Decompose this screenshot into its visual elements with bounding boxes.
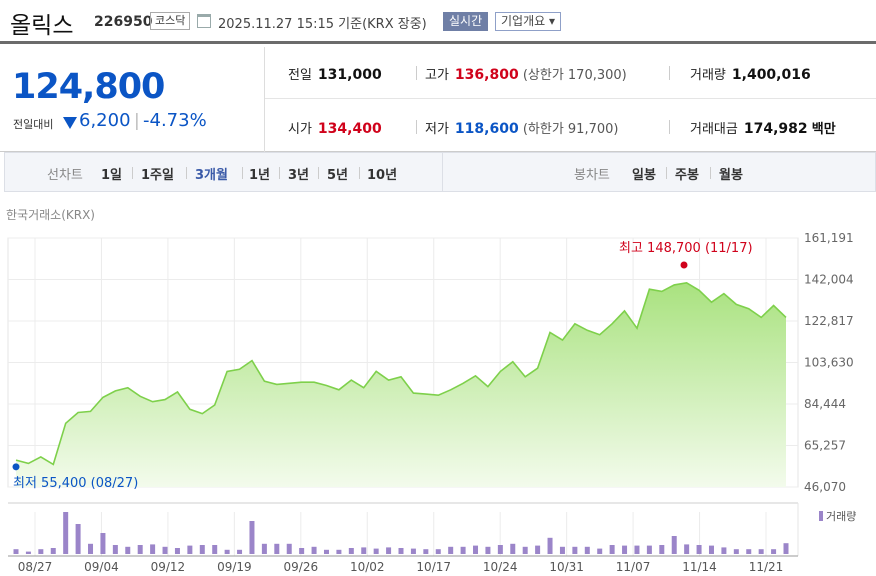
volume-bar (435, 549, 441, 554)
volume-bar (199, 545, 205, 554)
volume-bar (473, 545, 479, 554)
y-tick-label: 103,630 (804, 356, 854, 370)
volume-legend-label: 거래량 (826, 510, 856, 523)
y-tick-label: 142,004 (804, 273, 854, 287)
price-chart: 161,191 142,004 122,817 103,630 84,444 65,257… (7, 231, 856, 574)
min-marker (12, 463, 20, 471)
volume-bar (684, 544, 690, 554)
volume-bar (410, 548, 416, 554)
volume-bar (88, 543, 94, 554)
x-tick-label: 11/07 (616, 560, 651, 574)
volume-bar (373, 548, 379, 554)
volume-bar (559, 546, 565, 554)
x-tick-label: 11/14 (682, 560, 717, 574)
volume-bar (758, 549, 764, 554)
volume-bar (423, 549, 429, 554)
x-tick-label: 10/02 (350, 560, 385, 574)
y-tick-label: 65,257 (804, 439, 846, 453)
volume-bar (286, 543, 292, 554)
volume-bar (249, 521, 255, 554)
x-tick-label: 09/19 (217, 560, 252, 574)
x-tick-label: 09/12 (151, 560, 186, 574)
y-tick-label: 46,070 (804, 480, 846, 494)
y-tick-label: 122,817 (804, 314, 854, 328)
volume-bar (38, 549, 44, 554)
volume-bar (336, 549, 342, 554)
volume-bar (224, 549, 230, 554)
x-tick-label: 11/21 (749, 560, 784, 574)
x-tick-label: 09/04 (84, 560, 119, 574)
y-tick-label: 161,191 (804, 231, 854, 245)
volume-bar (274, 543, 280, 554)
volume-bar (311, 546, 317, 554)
price-area-fill (16, 282, 786, 487)
volume-bar (13, 549, 19, 554)
volume-bar (622, 545, 628, 554)
volume-bar (261, 543, 267, 554)
volume-bar (174, 548, 180, 554)
volume-bar (100, 533, 106, 554)
volume-legend-swatch (819, 511, 823, 521)
volume-bar (323, 549, 329, 554)
min-annotation: 최저 55,400 (08/27) (13, 476, 138, 491)
volume-bar (634, 545, 640, 554)
x-tick-label: 10/17 (416, 560, 451, 574)
max-annotation: 최고 148,700 (11/17) (619, 241, 753, 256)
volume-bar (659, 545, 665, 554)
volume-bar (50, 548, 56, 554)
volume-bar (522, 546, 528, 554)
y-tick-label: 84,444 (804, 397, 846, 411)
volume-bar (112, 545, 118, 554)
volume-bar (721, 547, 727, 554)
volume-bar (746, 549, 752, 554)
volume-bar (386, 547, 392, 554)
volume-bar (609, 545, 615, 554)
volume-bar (547, 537, 553, 554)
volume-bar (646, 545, 652, 554)
volume-bar (485, 546, 491, 554)
volume-bar (125, 546, 131, 554)
volume-bar (137, 545, 143, 554)
volume-bar (237, 549, 243, 554)
max-marker (680, 261, 688, 269)
volume-bar (212, 545, 218, 554)
volume-bar (771, 549, 777, 554)
volume-bar (497, 545, 503, 554)
volume-bar (597, 548, 603, 554)
volume-bar (696, 545, 702, 554)
volume-bar (25, 551, 31, 554)
volume-bar (187, 545, 193, 554)
x-tick-label: 10/31 (549, 560, 584, 574)
volume-bar (460, 546, 466, 554)
volume-bar (348, 548, 354, 554)
volume-bar (572, 546, 578, 554)
volume-bar (733, 549, 739, 554)
volume-bar (361, 547, 367, 554)
volume-bar (398, 548, 404, 554)
volume-bar (63, 512, 69, 554)
volume-bar (299, 548, 305, 554)
volume-bar (150, 544, 156, 554)
volume-bar (708, 545, 714, 554)
x-tick-label: 10/24 (483, 560, 518, 574)
volume-bar (671, 536, 677, 554)
volume-bar (584, 546, 590, 554)
volume-bar (510, 543, 516, 554)
volume-bar (75, 524, 81, 554)
volume-bar (162, 546, 168, 554)
volume-bar (448, 546, 454, 554)
x-tick-label: 09/26 (284, 560, 319, 574)
volume-bar (535, 545, 541, 554)
volume-bar (783, 543, 789, 554)
x-tick-label: 08/27 (18, 560, 53, 574)
